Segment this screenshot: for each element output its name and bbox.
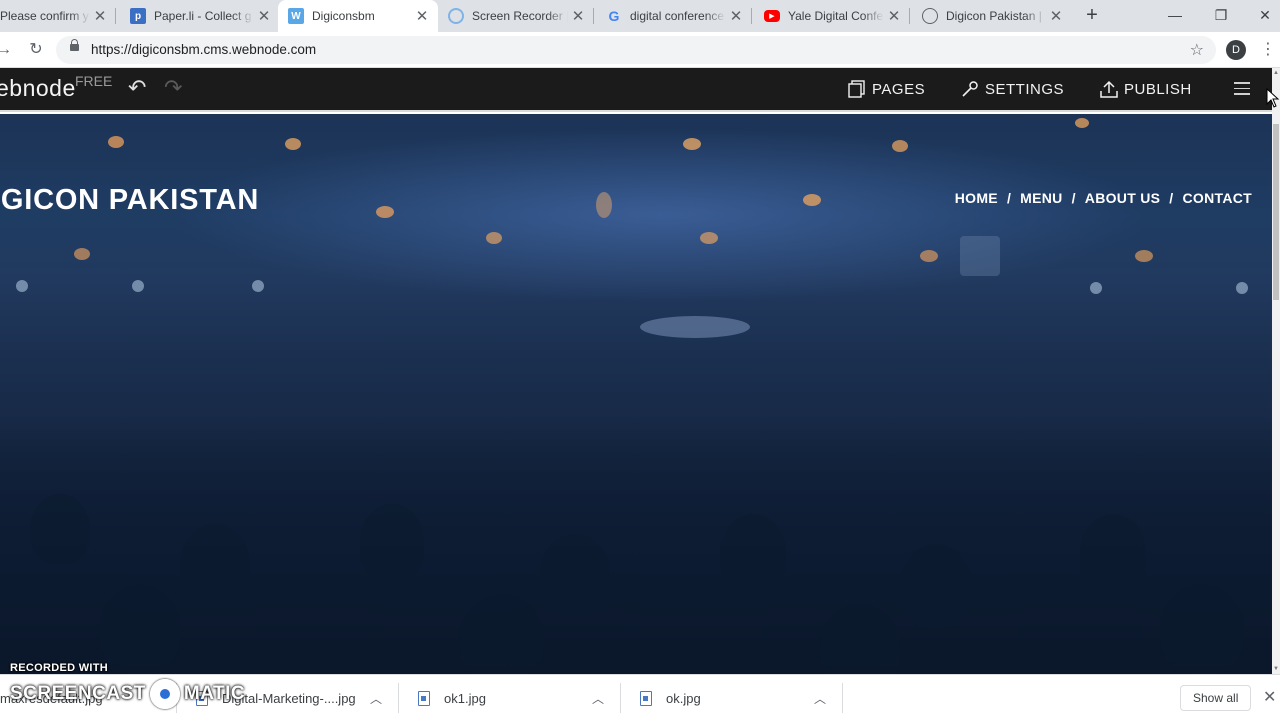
settings-label: SETTINGS (985, 80, 1065, 98)
tab-title: Paper.li - Collect g (154, 9, 252, 23)
chevron-up-icon[interactable]: ︿ (592, 690, 604, 707)
nav-item-contact[interactable]: CONTACT (1183, 190, 1253, 206)
scroll-down-arrow-icon[interactable]: ▼ (1273, 666, 1279, 672)
scrollbar-thumb[interactable] (1273, 124, 1279, 300)
undo-icon[interactable]: ↶ (128, 75, 146, 101)
webnode-editor-bar: ebnode FREE ↶ ↷ PAGES SETTINGS PUBLISH (0, 68, 1280, 112)
profile-avatar[interactable]: D (1226, 40, 1246, 60)
nav-item-home[interactable]: HOME (955, 190, 998, 206)
site-title[interactable]: IGICON PAKISTAN (0, 184, 259, 217)
tab-yale-digital[interactable]: ▶ Yale Digital Confer ✕ (754, 0, 910, 32)
nav-separator: / (1169, 190, 1174, 206)
reload-icon[interactable]: ↻ (24, 38, 48, 62)
close-icon[interactable]: ✕ (90, 7, 110, 25)
hamburger-menu-icon[interactable] (1234, 82, 1250, 99)
screencast-icon (448, 8, 464, 24)
pages-label: PAGES (872, 80, 926, 98)
show-all-downloads-button[interactable]: Show all (1180, 685, 1252, 711)
minimize-icon[interactable]: — (1152, 0, 1198, 32)
close-icon[interactable]: ✕ (568, 7, 588, 25)
browser-toolbar: → ↻ https://digiconsbm.cms.webnode.com ☆… (0, 32, 1280, 68)
image-file-icon (418, 690, 430, 706)
redo-icon[interactable]: ↷ (164, 75, 182, 101)
address-bar[interactable]: https://digiconsbm.cms.webnode.com ☆ (56, 36, 1216, 64)
mouse-cursor-icon (1266, 88, 1280, 108)
pages-icon (848, 80, 865, 98)
close-icon[interactable]: ✕ (254, 7, 274, 25)
close-icon[interactable]: ✕ (412, 7, 432, 25)
tab-digital-conference[interactable]: G digital conference ✕ (596, 0, 752, 32)
pages-button[interactable]: PAGES (848, 78, 925, 100)
download-item[interactable]: ok1.jpg ︿ (418, 681, 618, 715)
settings-button[interactable]: SETTINGS (961, 78, 1064, 100)
forward-arrow-icon[interactable]: → (0, 38, 16, 62)
recorder-watermark-caption: RECORDED WITH (10, 662, 109, 674)
hero-banner: IGICON PAKISTAN HOME / MENU / ABOUT US /… (0, 114, 1272, 674)
page-scrollbar[interactable]: ▲ ▼ (1272, 68, 1280, 674)
chevron-up-icon[interactable]: ︿ (814, 690, 826, 707)
nav-separator: / (1071, 190, 1076, 206)
tab-title: Digicon Pakistan | (946, 9, 1042, 23)
tab-paperli[interactable]: p Paper.li - Collect g ✕ (120, 0, 280, 32)
tab-please-confirm[interactable]: Please confirm your ✕ (0, 0, 116, 32)
tab-digicon-pakistan[interactable]: Digicon Pakistan | ✕ (912, 0, 1072, 32)
watermark-word: MATIC (183, 683, 246, 704)
nav-item-about-us[interactable]: ABOUT US (1085, 190, 1161, 206)
window-close-icon[interactable]: ✕ (1242, 0, 1280, 32)
tab-title: digital conference (630, 9, 725, 23)
chevron-up-icon[interactable]: ︿ (370, 690, 382, 707)
scroll-up-arrow-icon[interactable]: ▲ (1273, 70, 1279, 76)
tab-screen-recorder[interactable]: Screen Recorder | ✕ (438, 0, 594, 32)
tab-digiconsbm[interactable]: W Digiconsbm ✕ (278, 0, 438, 32)
tab-title: Yale Digital Confer (788, 9, 884, 23)
lock-icon (70, 39, 79, 51)
globe-icon (922, 8, 938, 24)
tab-title: Screen Recorder | (472, 9, 568, 23)
wrench-icon (962, 81, 978, 97)
webnode-logo: ebnode (0, 75, 76, 101)
site-navigation: HOME / MENU / ABOUT US / CONTACT (955, 190, 1252, 206)
restore-icon[interactable]: ❐ (1198, 0, 1244, 32)
webnode-icon: W (288, 8, 304, 24)
youtube-icon: ▶ (764, 10, 780, 22)
publish-label: PUBLISH (1124, 80, 1192, 98)
close-icon[interactable]: ✕ (726, 7, 746, 25)
image-file-icon (640, 690, 652, 706)
tab-title: Please confirm your (0, 9, 90, 23)
new-tab-button[interactable]: + (1081, 4, 1103, 26)
close-icon[interactable]: ✕ (1046, 7, 1066, 25)
close-download-shelf-icon[interactable]: ✕ (1263, 687, 1276, 707)
recorder-watermark-logo: SCREENCAST MATIC (10, 679, 245, 709)
nav-separator: / (1006, 190, 1012, 206)
screencast-ring-icon (149, 679, 180, 709)
download-filename: ok1.jpg (444, 690, 486, 706)
plan-badge: FREE (75, 73, 113, 89)
more-menu-icon[interactable]: ⋮ (1260, 39, 1276, 59)
tab-title: Digiconsbm (312, 9, 375, 23)
bookmark-star-icon[interactable]: ☆ (1190, 40, 1204, 60)
google-icon: G (608, 8, 620, 24)
url-text: https://digiconsbm.cms.webnode.com (91, 42, 317, 57)
upload-icon (1100, 80, 1118, 98)
download-item[interactable]: ok.jpg ︿ (640, 681, 840, 715)
close-icon[interactable]: ✕ (884, 7, 904, 25)
browser-tab-strip: Please confirm your ✕ p Paper.li - Colle… (0, 0, 1280, 32)
download-filename: ok.jpg (666, 690, 701, 706)
paperli-icon: p (130, 8, 146, 24)
publish-button[interactable]: PUBLISH (1100, 78, 1192, 100)
watermark-word: SCREENCAST (10, 683, 146, 704)
nav-item-menu[interactable]: MENU (1020, 190, 1062, 206)
